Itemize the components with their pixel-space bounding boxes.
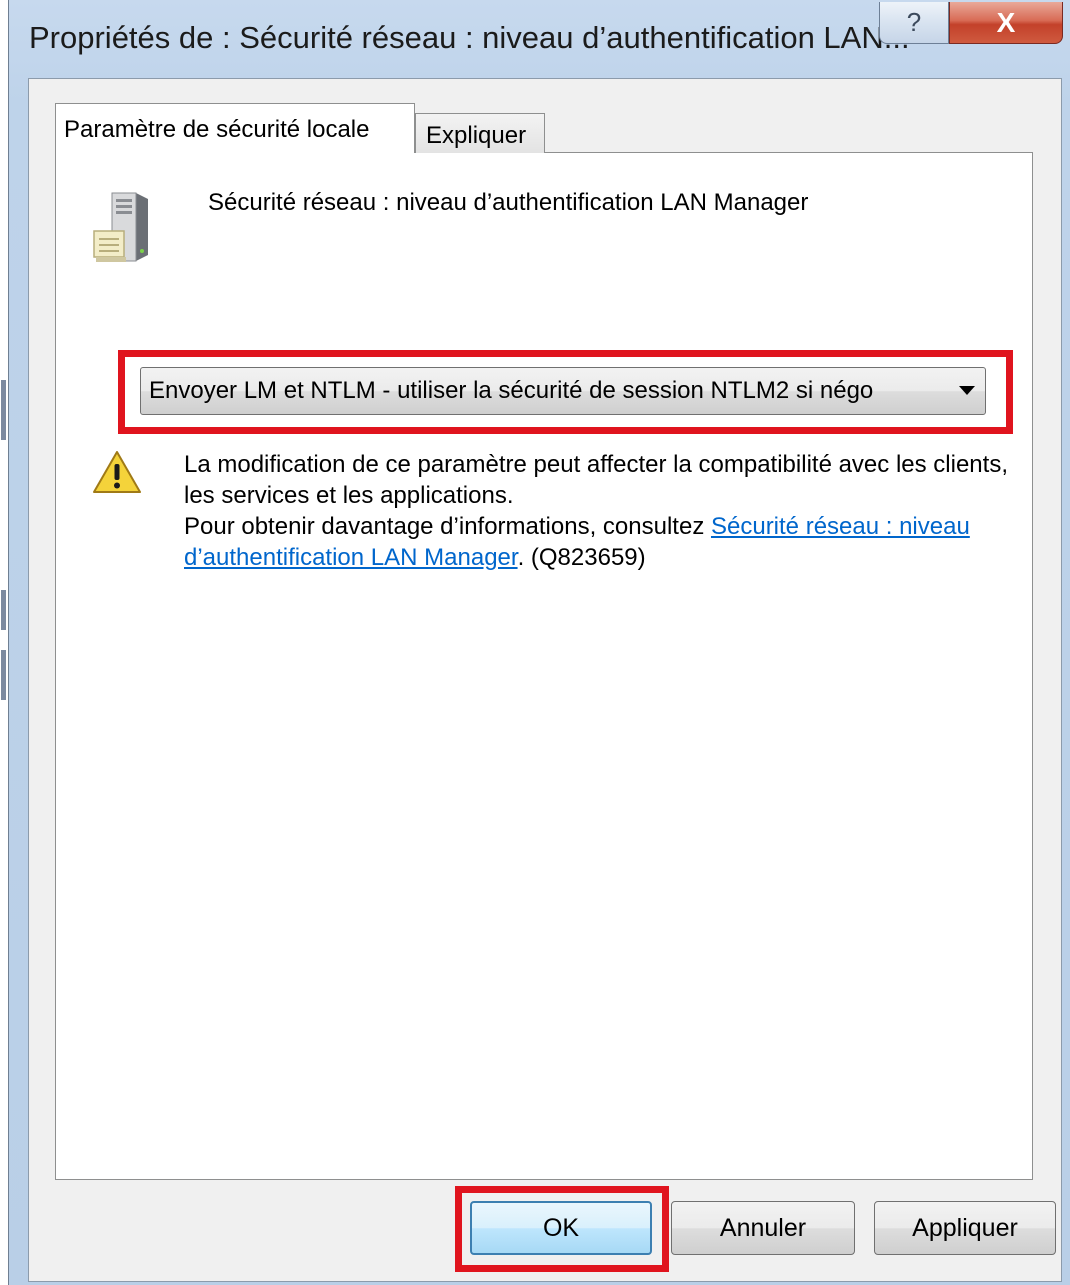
help-button[interactable]: ?	[879, 2, 949, 44]
apply-button[interactable]: Appliquer	[874, 1201, 1056, 1255]
dropdown-arrow-icon	[959, 386, 975, 395]
select-value: Envoyer LM et NTLM - utiliser la sécurit…	[149, 377, 874, 404]
warning-line2-prefix: Pour obtenir davantage d’informations, c…	[184, 513, 711, 540]
cancel-button[interactable]: Annuler	[671, 1201, 855, 1255]
server-icon	[93, 192, 148, 262]
help-icon: ?	[906, 7, 922, 37]
caption-buttons: ? X	[879, 2, 1069, 48]
warning-line1: La modification de ce paramètre peut aff…	[184, 451, 1008, 509]
warning-line2-suffix: . (Q823659)	[517, 544, 646, 571]
authentication-level-select[interactable]: Envoyer LM et NTLM - utiliser la sécurit…	[140, 367, 986, 415]
background-mark	[1, 650, 6, 700]
policy-name: Sécurité réseau : niveau d’authentificat…	[208, 189, 809, 216]
tab-local-security-setting[interactable]: Paramètre de sécurité locale	[55, 103, 415, 153]
dialog-client-area: Paramètre de sécurité locale Expliquer S…	[28, 78, 1062, 1282]
ok-button[interactable]: OK	[470, 1201, 652, 1255]
warning-text: La modification de ce paramètre peut aff…	[184, 449, 1024, 573]
close-button[interactable]: X	[949, 2, 1063, 44]
background-mark	[1, 590, 6, 630]
background-mark	[1, 380, 6, 440]
tab-panel: Sécurité réseau : niveau d’authentificat…	[55, 152, 1033, 1180]
close-icon: X	[996, 6, 1016, 38]
dialog-title: Propriétés de : Sécurité réseau : niveau…	[29, 20, 910, 55]
warning-icon	[93, 451, 141, 493]
properties-dialog: Propriétés de : Sécurité réseau : niveau…	[8, 0, 1070, 1285]
tab-explain[interactable]: Expliquer	[415, 113, 545, 153]
background-strip	[0, 0, 8, 1285]
